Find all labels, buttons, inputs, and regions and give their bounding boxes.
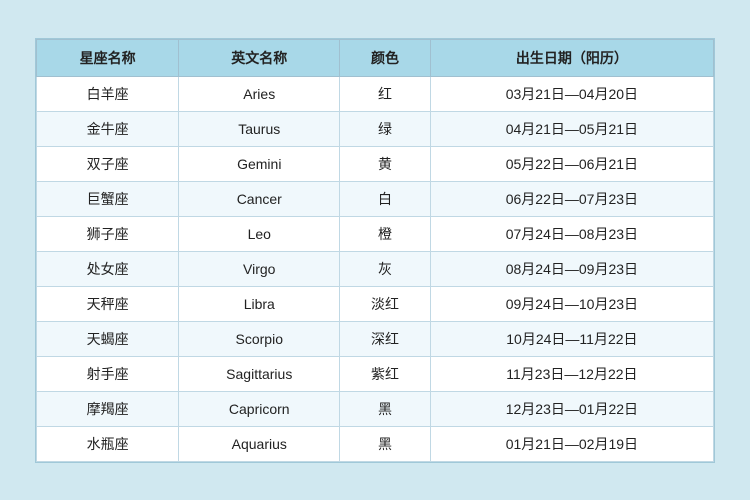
cell-r9-c0: 摩羯座 — [37, 391, 179, 426]
cell-r4-c1: Leo — [179, 216, 340, 251]
cell-r8-c3: 11月23日—12月22日 — [430, 356, 713, 391]
table-row: 白羊座Aries红03月21日—04月20日 — [37, 76, 714, 111]
cell-r7-c2: 深红 — [340, 321, 431, 356]
table-row: 巨蟹座Cancer白06月22日—07月23日 — [37, 181, 714, 216]
table-row: 摩羯座Capricorn黑12月23日—01月22日 — [37, 391, 714, 426]
cell-r1-c3: 04月21日—05月21日 — [430, 111, 713, 146]
cell-r5-c3: 08月24日—09月23日 — [430, 251, 713, 286]
cell-r0-c3: 03月21日—04月20日 — [430, 76, 713, 111]
cell-r8-c0: 射手座 — [37, 356, 179, 391]
cell-r3-c3: 06月22日—07月23日 — [430, 181, 713, 216]
cell-r8-c1: Sagittarius — [179, 356, 340, 391]
cell-r2-c1: Gemini — [179, 146, 340, 181]
cell-r2-c0: 双子座 — [37, 146, 179, 181]
cell-r10-c1: Aquarius — [179, 426, 340, 461]
cell-r7-c1: Scorpio — [179, 321, 340, 356]
cell-r3-c2: 白 — [340, 181, 431, 216]
table-row: 天蝎座Scorpio深红10月24日—11月22日 — [37, 321, 714, 356]
cell-r2-c2: 黄 — [340, 146, 431, 181]
table-row: 狮子座Leo橙07月24日—08月23日 — [37, 216, 714, 251]
cell-r6-c1: Libra — [179, 286, 340, 321]
header-col-0: 星座名称 — [37, 39, 179, 76]
cell-r6-c2: 淡红 — [340, 286, 431, 321]
zodiac-table-container: 星座名称英文名称颜色出生日期（阳历） 白羊座Aries红03月21日—04月20… — [35, 38, 715, 463]
table-header-row: 星座名称英文名称颜色出生日期（阳历） — [37, 39, 714, 76]
cell-r4-c2: 橙 — [340, 216, 431, 251]
cell-r2-c3: 05月22日—06月21日 — [430, 146, 713, 181]
cell-r7-c3: 10月24日—11月22日 — [430, 321, 713, 356]
cell-r5-c0: 处女座 — [37, 251, 179, 286]
table-row: 金牛座Taurus绿04月21日—05月21日 — [37, 111, 714, 146]
cell-r0-c0: 白羊座 — [37, 76, 179, 111]
cell-r8-c2: 紫红 — [340, 356, 431, 391]
table-row: 射手座Sagittarius紫红11月23日—12月22日 — [37, 356, 714, 391]
table-body: 白羊座Aries红03月21日—04月20日金牛座Taurus绿04月21日—0… — [37, 76, 714, 461]
header-col-1: 英文名称 — [179, 39, 340, 76]
cell-r5-c1: Virgo — [179, 251, 340, 286]
cell-r6-c0: 天秤座 — [37, 286, 179, 321]
table-row: 处女座Virgo灰08月24日—09月23日 — [37, 251, 714, 286]
cell-r4-c0: 狮子座 — [37, 216, 179, 251]
table-row: 水瓶座Aquarius黑01月21日—02月19日 — [37, 426, 714, 461]
cell-r10-c3: 01月21日—02月19日 — [430, 426, 713, 461]
cell-r7-c0: 天蝎座 — [37, 321, 179, 356]
cell-r10-c2: 黑 — [340, 426, 431, 461]
cell-r1-c2: 绿 — [340, 111, 431, 146]
zodiac-table: 星座名称英文名称颜色出生日期（阳历） 白羊座Aries红03月21日—04月20… — [36, 39, 714, 462]
cell-r0-c2: 红 — [340, 76, 431, 111]
cell-r5-c2: 灰 — [340, 251, 431, 286]
cell-r9-c2: 黑 — [340, 391, 431, 426]
cell-r3-c0: 巨蟹座 — [37, 181, 179, 216]
cell-r6-c3: 09月24日—10月23日 — [430, 286, 713, 321]
cell-r0-c1: Aries — [179, 76, 340, 111]
cell-r9-c3: 12月23日—01月22日 — [430, 391, 713, 426]
header-col-2: 颜色 — [340, 39, 431, 76]
header-col-3: 出生日期（阳历） — [430, 39, 713, 76]
cell-r3-c1: Cancer — [179, 181, 340, 216]
cell-r4-c3: 07月24日—08月23日 — [430, 216, 713, 251]
cell-r9-c1: Capricorn — [179, 391, 340, 426]
cell-r10-c0: 水瓶座 — [37, 426, 179, 461]
cell-r1-c1: Taurus — [179, 111, 340, 146]
table-row: 天秤座Libra淡红09月24日—10月23日 — [37, 286, 714, 321]
table-row: 双子座Gemini黄05月22日—06月21日 — [37, 146, 714, 181]
cell-r1-c0: 金牛座 — [37, 111, 179, 146]
